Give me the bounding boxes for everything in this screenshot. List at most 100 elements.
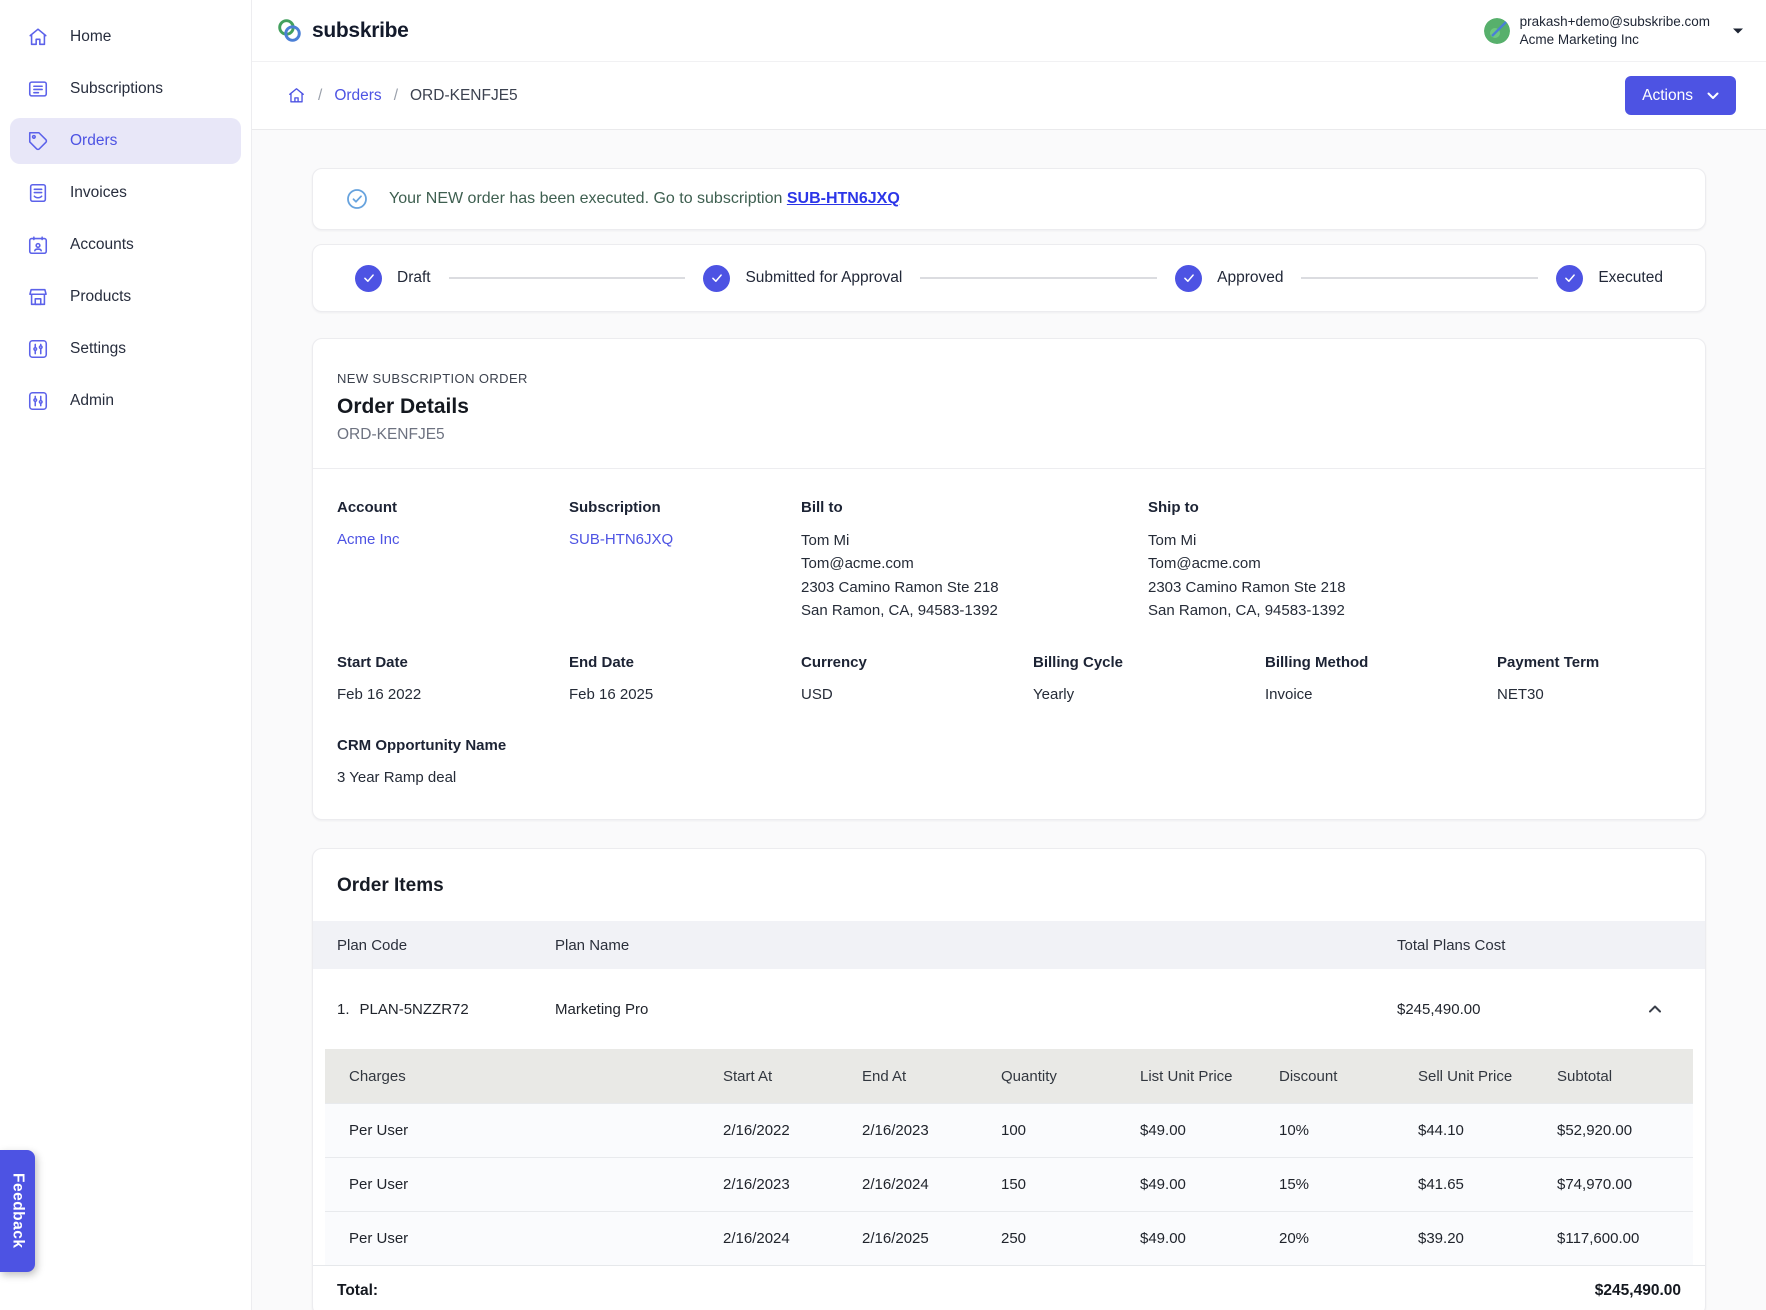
alert-message-text: Your NEW order has been executed. Go to … xyxy=(389,190,787,207)
charge-start-at: 2/16/2022 xyxy=(723,1122,862,1139)
logo-knot-icon xyxy=(276,17,303,44)
sidebar-item-home[interactable]: Home xyxy=(10,14,241,60)
order-items-title: Order Items xyxy=(313,849,1705,921)
sidebar-item-settings[interactable]: Settings xyxy=(10,326,241,372)
step-check-icon xyxy=(1556,265,1583,292)
charge-quantity: 100 xyxy=(1001,1122,1140,1139)
step-label: Executed xyxy=(1598,269,1663,287)
step-label: Draft xyxy=(397,269,431,287)
charge-end-at: 2/16/2023 xyxy=(862,1122,1001,1139)
sidebar-item-label: Home xyxy=(70,28,111,46)
field-label: Payment Term xyxy=(1497,654,1681,671)
breadcrumb-separator: / xyxy=(394,87,398,105)
col-plan-code: Plan Code xyxy=(337,937,555,954)
sidebar-item-products[interactable]: Products xyxy=(10,274,241,320)
charge-sell-price: $44.10 xyxy=(1418,1122,1557,1139)
step-submitted: Submitted for Approval xyxy=(703,265,902,292)
chevron-down-icon xyxy=(1707,92,1719,100)
col-start-at: Start At xyxy=(723,1068,862,1085)
field-subscription: Subscription SUB-HTN6JXQ xyxy=(569,499,801,622)
col-end-at: End At xyxy=(862,1068,1001,1085)
charge-subtotal: $52,920.00 xyxy=(1557,1122,1693,1139)
brand-name: subskribe xyxy=(312,19,409,43)
plan-index: 1. xyxy=(337,1001,350,1018)
order-details-header: NEW SUBSCRIPTION ORDER Order Details ORD… xyxy=(313,339,1705,469)
collapse-plan-button[interactable] xyxy=(1643,997,1667,1021)
field-billing-method: Billing Method Invoice xyxy=(1265,654,1497,707)
field-payment-term: Payment Term NET30 xyxy=(1497,654,1681,707)
account-link[interactable]: Acme Inc xyxy=(337,529,569,552)
order-total-row: Total: $245,490.00 xyxy=(313,1265,1705,1310)
breadcrumb-bar: / Orders / ORD-KENFJE5 Actions xyxy=(252,62,1766,130)
step-check-icon xyxy=(1175,265,1202,292)
order-details-fields: Account Acme Inc Subscription SUB-HTN6JX… xyxy=(313,469,1705,819)
total-label: Total: xyxy=(337,1282,378,1300)
breadcrumb-current: ORD-KENFJE5 xyxy=(410,87,518,105)
field-start-date: Start Date Feb 16 2022 xyxy=(337,654,569,707)
sidebar: Home Subscriptions Orders Invoices Accou… xyxy=(0,0,252,1310)
charge-start-at: 2/16/2024 xyxy=(723,1230,862,1247)
col-charges: Charges xyxy=(325,1068,723,1085)
bill-to-street: 2303 Camino Ramon Ste 218 xyxy=(801,576,1148,599)
sidebar-item-label: Invoices xyxy=(70,184,127,202)
step-check-icon xyxy=(703,265,730,292)
sidebar-item-label: Subscriptions xyxy=(70,80,163,98)
order-type-label: NEW SUBSCRIPTION ORDER xyxy=(337,371,1681,386)
alert-subscription-link[interactable]: SUB-HTN6JXQ xyxy=(787,190,900,207)
plan-total-value: $245,490.00 xyxy=(1397,1001,1611,1018)
crm-opportunity-value: 3 Year Ramp deal xyxy=(337,767,1681,790)
field-label: End Date xyxy=(569,654,801,671)
ship-to-city: San Ramon, CA, 94583-1392 xyxy=(1148,599,1681,622)
order-details-card: NEW SUBSCRIPTION ORDER Order Details ORD… xyxy=(312,338,1706,820)
charge-end-at: 2/16/2024 xyxy=(862,1176,1001,1193)
field-account: Account Acme Inc xyxy=(337,499,569,622)
charges-table: Charges Start At End At Quantity List Un… xyxy=(325,1049,1693,1265)
actions-button[interactable]: Actions xyxy=(1625,76,1736,115)
sidebar-item-invoices[interactable]: Invoices xyxy=(10,170,241,216)
actions-button-label: Actions xyxy=(1642,87,1693,105)
field-label: Bill to xyxy=(801,499,1148,516)
charge-list-price: $49.00 xyxy=(1140,1122,1279,1139)
breadcrumb-orders-link[interactable]: Orders xyxy=(334,87,381,105)
billing-cycle-value: Yearly xyxy=(1033,684,1265,707)
charges-table-header: Charges Start At End At Quantity List Un… xyxy=(325,1049,1693,1103)
charge-quantity: 150 xyxy=(1001,1176,1140,1193)
ship-to-name: Tom Mi xyxy=(1148,529,1681,552)
step-label: Approved xyxy=(1217,269,1283,287)
col-subtotal: Subtotal xyxy=(1557,1068,1693,1085)
caret-down-icon xyxy=(1732,22,1744,40)
field-label: Billing Cycle xyxy=(1033,654,1265,671)
field-label: Billing Method xyxy=(1265,654,1497,671)
brand-logo[interactable]: subskribe xyxy=(276,17,409,44)
step-label: Submitted for Approval xyxy=(745,269,902,287)
sidebar-item-admin[interactable]: Admin xyxy=(10,378,241,424)
sidebar-item-subscriptions[interactable]: Subscriptions xyxy=(10,66,241,112)
field-label: Subscription xyxy=(569,499,801,516)
subscriptions-icon xyxy=(26,77,50,101)
billing-method-value: Invoice xyxy=(1265,684,1497,707)
charge-name: Per User xyxy=(325,1176,723,1193)
avatar xyxy=(1484,18,1510,44)
charge-quantity: 250 xyxy=(1001,1230,1140,1247)
breadcrumb-home-icon[interactable] xyxy=(287,86,306,105)
field-label: Currency xyxy=(801,654,1033,671)
sidebar-item-orders[interactable]: Orders xyxy=(10,118,241,164)
subscription-link[interactable]: SUB-HTN6JXQ xyxy=(569,529,801,552)
total-value: $245,490.00 xyxy=(1595,1282,1681,1300)
settings-icon xyxy=(26,337,50,361)
sidebar-item-label: Orders xyxy=(70,132,117,150)
accounts-icon xyxy=(26,233,50,257)
user-menu[interactable]: prakash+demo@subskribe.com Acme Marketin… xyxy=(1484,13,1744,48)
start-date-value: Feb 16 2022 xyxy=(337,684,569,707)
sidebar-item-accounts[interactable]: Accounts xyxy=(10,222,241,268)
feedback-button[interactable]: Feedback xyxy=(0,1150,35,1272)
alert-message: Your NEW order has been executed. Go to … xyxy=(389,190,900,208)
bill-to-name: Tom Mi xyxy=(801,529,1148,552)
plan-code-value: PLAN-5NZZR72 xyxy=(360,1001,469,1018)
col-list-unit-price: List Unit Price xyxy=(1140,1068,1279,1085)
plan-row: 1. PLAN-5NZZR72 Marketing Pro $245,490.0… xyxy=(313,969,1705,1049)
plan-name-value: Marketing Pro xyxy=(555,1001,1397,1018)
charge-sell-price: $39.20 xyxy=(1418,1230,1557,1247)
step-draft: Draft xyxy=(355,265,431,292)
field-label: Start Date xyxy=(337,654,569,671)
